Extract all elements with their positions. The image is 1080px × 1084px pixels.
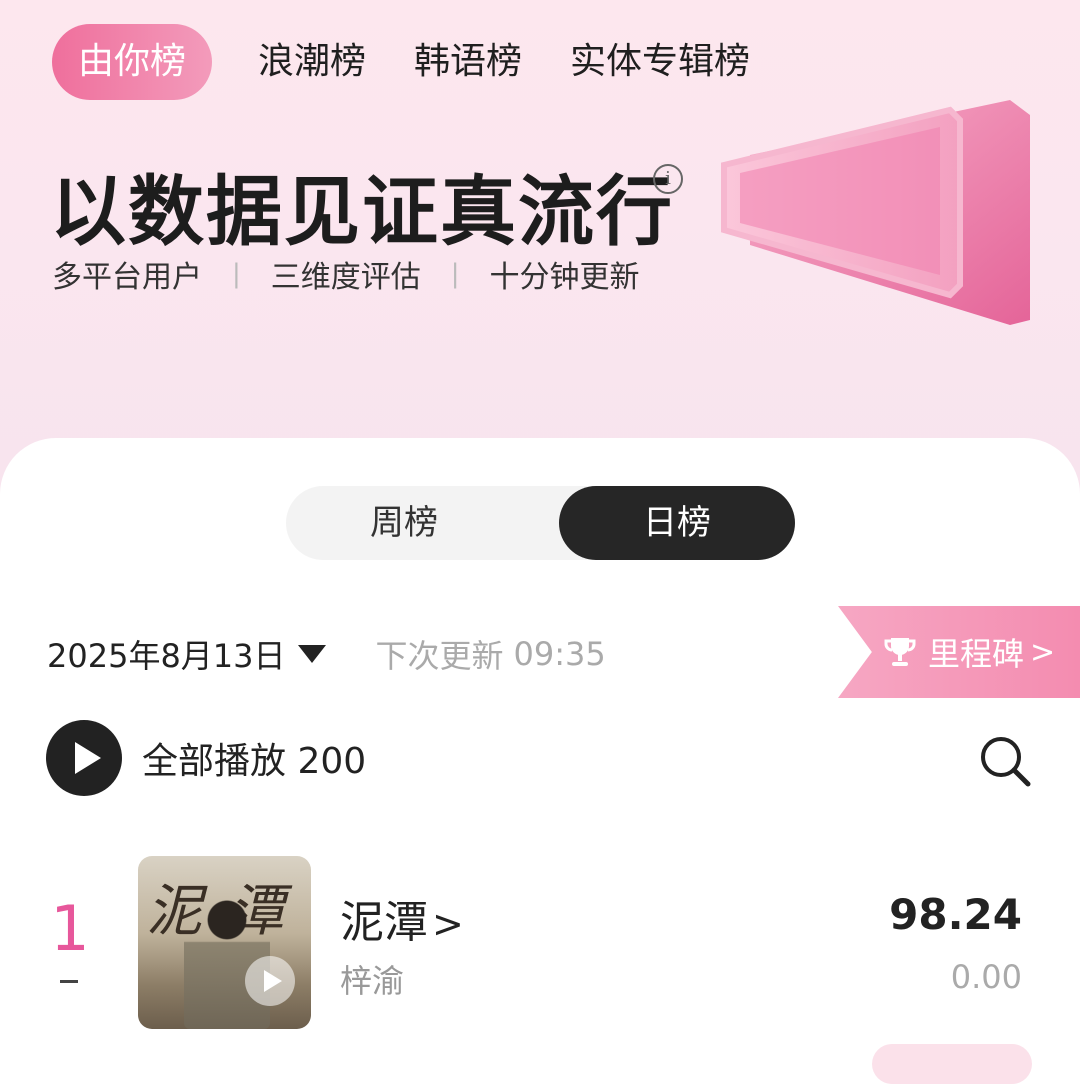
daily-chart-option[interactable]: 日榜 bbox=[559, 486, 795, 560]
trophy-icon bbox=[884, 638, 916, 666]
search-icon[interactable] bbox=[978, 734, 1032, 788]
next-update-label: 下次更新 bbox=[375, 637, 504, 675]
next-update-time: 09:35 bbox=[513, 635, 606, 673]
tab-langchao[interactable]: 浪潮榜 bbox=[258, 24, 366, 100]
feature-multi-platform: 多平台用户 bbox=[52, 260, 202, 295]
rank-number: 1 bbox=[50, 892, 90, 965]
chevron-right-icon: > bbox=[432, 902, 464, 946]
tab-youni[interactable]: 由你榜 bbox=[52, 24, 213, 100]
song-row[interactable]: 1 泥潭 泥潭> 梓渝 98.24 0.00 bbox=[0, 856, 1080, 1032]
cover-play-icon[interactable] bbox=[245, 956, 295, 1006]
caret-down-icon[interactable] bbox=[297, 645, 326, 663]
floating-pill-peek bbox=[872, 1044, 1032, 1084]
chart-tabs: 由你榜 浪潮榜 韩语榜 实体专辑榜 bbox=[52, 24, 798, 100]
milestone-button[interactable]: 里程碑 > bbox=[838, 606, 1080, 698]
play-all-row: 全部播放 200 bbox=[46, 720, 366, 796]
song-title[interactable]: 泥潭 > bbox=[340, 886, 464, 950]
milestone-label: 里程碑 bbox=[928, 635, 1025, 673]
info-icon[interactable]: i bbox=[653, 164, 683, 194]
tab-physical-album[interactable]: 实体专辑榜 bbox=[570, 24, 750, 100]
chart-date[interactable]: 2025年8月13日 bbox=[47, 631, 286, 677]
weekly-chart-option[interactable]: 周榜 bbox=[286, 486, 522, 560]
feature-ten-minutes: 十分钟更新 bbox=[489, 260, 640, 295]
feature-separator: | bbox=[232, 259, 241, 289]
rank-unchanged-dash bbox=[60, 980, 78, 983]
feature-separator: | bbox=[450, 259, 460, 289]
chevron-right-icon: > bbox=[1030, 634, 1056, 670]
song-title-text: 泥潭 bbox=[340, 897, 428, 948]
tab-korean[interactable]: 韩语榜 bbox=[414, 24, 522, 100]
score-delta: 0.00 bbox=[950, 958, 1022, 996]
album-cover[interactable]: 泥潭 bbox=[138, 856, 311, 1029]
play-all-button[interactable] bbox=[46, 720, 122, 796]
feature-three-dimensions: 三维度评估 bbox=[270, 260, 421, 295]
period-toggle: 周榜 日榜 bbox=[286, 486, 795, 560]
hero-features: 多平台用户 | 三维度评估 | 十分钟更新 bbox=[52, 252, 640, 296]
play-all-label[interactable]: 全部播放 200 bbox=[142, 732, 366, 784]
date-row: 2025年8月13日 下次更新 09:35 bbox=[47, 632, 606, 676]
song-score: 98.24 bbox=[889, 890, 1022, 939]
artist-name[interactable]: 梓渝 bbox=[340, 956, 404, 1002]
play-triangle-decoration bbox=[721, 100, 1030, 325]
hero-title: 以数据见证真流行 bbox=[50, 167, 674, 256]
